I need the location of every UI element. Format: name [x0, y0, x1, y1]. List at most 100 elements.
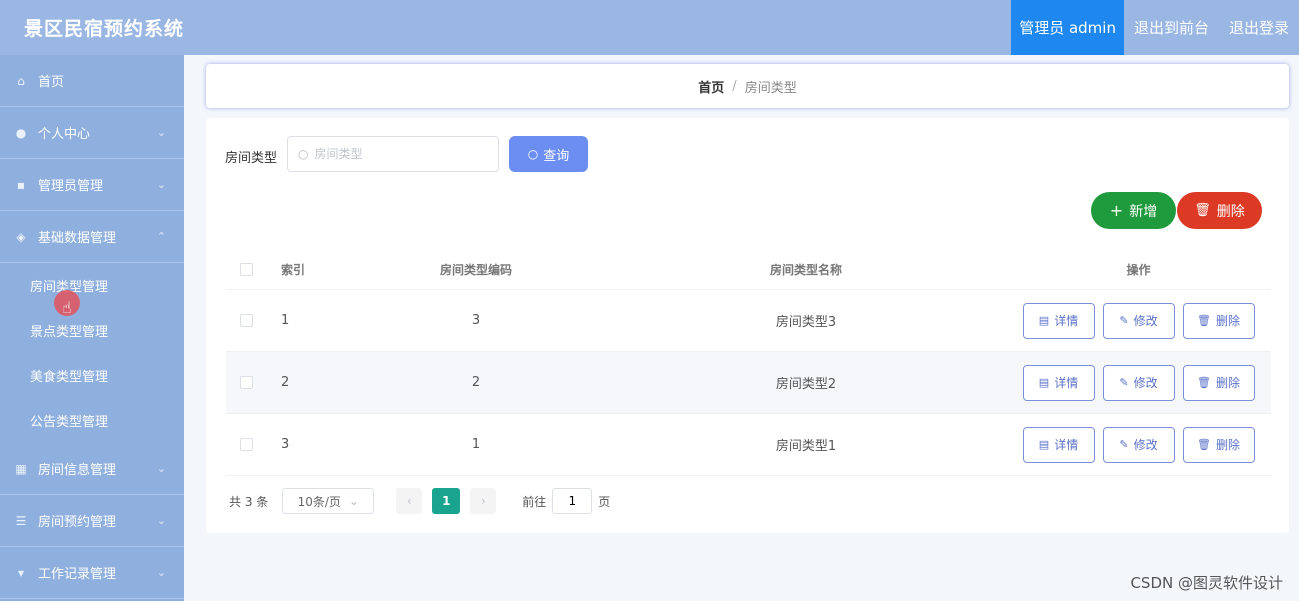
edit-button[interactable]: ✎ 修改	[1102, 302, 1175, 339]
sidebar-item-room-info[interactable]: ▦ 房间信息管理 ⌄	[0, 443, 184, 495]
delete-label: 删除	[1215, 438, 1240, 452]
jump-page-input[interactable]	[552, 488, 593, 514]
sidebar-item-label: 工作记录管理	[38, 567, 117, 582]
chevron-up-icon: ⌃	[156, 230, 166, 243]
search-field[interactable]: ○	[287, 136, 499, 172]
sidebar-subitem-scenic-type[interactable]: 景点类型管理	[0, 308, 184, 353]
row-checkbox[interactable]	[239, 376, 253, 389]
search-label: 房间类型	[225, 151, 278, 166]
delete-button[interactable]: 🗑 删除	[1182, 302, 1255, 339]
chevron-down-icon: ⌄	[348, 494, 359, 508]
edit-label: 修改	[1133, 376, 1158, 390]
table-row: 1 3 房间类型3 ▤ 详情 ✎ 修改 🗑 删除	[226, 290, 1271, 352]
exit-to-front-link[interactable]: 退出到前台	[1124, 17, 1219, 38]
search-input[interactable]	[314, 147, 485, 161]
column-header: 索引	[281, 263, 306, 277]
sidebar-item-admin[interactable]: ▪ 管理员管理 ⌄	[0, 159, 184, 211]
cell-index: 2	[281, 375, 290, 390]
delete-label: 删除	[1215, 376, 1240, 390]
sidebar-item-profile[interactable]: ● 个人中心 ⌄	[0, 107, 184, 159]
logout-link[interactable]: 退出登录	[1219, 17, 1299, 38]
plus-icon: +	[1109, 201, 1124, 220]
cell-code: 2	[471, 375, 481, 390]
sidebar-item-label: 基础数据管理	[38, 231, 117, 246]
trash-icon: 🗑	[1194, 203, 1211, 218]
sidebar-subitem-label: 公告类型管理	[30, 415, 109, 430]
detail-button[interactable]: ▤ 详情	[1022, 426, 1095, 463]
jump-suffix: 页	[598, 494, 611, 509]
batch-delete-button[interactable]: 🗑 删除	[1177, 192, 1262, 229]
list-icon: ☰	[15, 513, 27, 528]
delete-button[interactable]: 🗑 删除	[1182, 364, 1255, 401]
breadcrumb-home[interactable]: 首页	[698, 77, 724, 96]
table-row: 2 2 房间类型2 ▤ 详情 ✎ 修改 🗑 删除	[226, 352, 1271, 414]
page-number-current[interactable]: 1	[432, 488, 461, 514]
pointer-hand-icon: ☝	[62, 298, 72, 317]
edit-label: 修改	[1133, 314, 1158, 328]
table-row: 3 1 房间类型1 ▤ 详情 ✎ 修改 🗑 删除	[226, 414, 1271, 476]
query-button[interactable]: ○ 查询	[509, 136, 588, 172]
sidebar-subitem-food-type[interactable]: 美食类型管理	[0, 353, 184, 398]
chevron-down-icon: ⌄	[156, 514, 166, 527]
chevron-down-icon: ⌄	[156, 462, 166, 475]
next-page-button[interactable]: ›	[470, 488, 497, 514]
grid-icon: ▦	[15, 461, 27, 476]
sidebar-subitem-label: 美食类型管理	[30, 370, 109, 385]
page-size-select[interactable]: 10条/页 ⌄	[282, 488, 375, 514]
column-header: 操作	[1126, 263, 1151, 277]
detail-button[interactable]: ▤ 详情	[1022, 302, 1095, 339]
delete-button[interactable]: 🗑 删除	[1182, 426, 1255, 463]
row-checkbox[interactable]	[239, 314, 253, 327]
total-count: 共 3 条	[229, 494, 269, 509]
user-icon: ●	[15, 125, 27, 140]
search-icon: ○	[527, 147, 539, 161]
table-header-row: 索引 房间类型编码 房间类型名称 操作	[226, 250, 1271, 290]
add-button[interactable]: + 新增	[1091, 192, 1176, 229]
sidebar-subitem-label: 景点类型管理	[30, 325, 109, 340]
detail-label: 详情	[1054, 376, 1079, 390]
watermark: CSDN @图灵软件设计	[1130, 574, 1283, 592]
edit-label: 修改	[1133, 438, 1158, 452]
chevron-left-icon: ‹	[406, 494, 412, 508]
query-button-label: 查询	[543, 148, 570, 164]
sidebar-item-work-log[interactable]: ▾ 工作记录管理 ⌄	[0, 547, 184, 599]
chevron-down-icon: ⌄	[156, 178, 166, 191]
detail-label: 详情	[1054, 314, 1079, 328]
select-all-checkbox[interactable]	[239, 263, 253, 276]
prev-page-button[interactable]: ‹	[396, 488, 423, 514]
pencil-icon: ✎	[1119, 376, 1129, 389]
document-icon: ▤	[1038, 314, 1050, 327]
current-user-label[interactable]: 管理员 admin	[1011, 0, 1124, 55]
search-icon: ○	[298, 147, 309, 161]
home-icon: ⌂	[17, 73, 25, 88]
delete-label: 删除	[1215, 314, 1240, 328]
cell-name: 房间类型2	[775, 377, 837, 392]
chevron-down-icon: ⌄	[156, 566, 166, 579]
shield-icon: ◈	[16, 229, 26, 244]
delete-button-label: 删除	[1216, 203, 1245, 220]
data-table: 索引 房间类型编码 房间类型名称 操作 1 3 房间类型3 ▤ 详情 ✎ 修改 🗑 删…	[226, 250, 1271, 476]
sidebar-subitem-room-type[interactable]: 房间类型管理	[0, 263, 184, 308]
edit-button[interactable]: ✎ 修改	[1102, 426, 1175, 463]
row-checkbox[interactable]	[239, 438, 253, 451]
pencil-icon: ✎	[1119, 438, 1129, 451]
cell-code: 3	[471, 313, 481, 328]
trash-icon: 🗑	[1197, 376, 1211, 389]
chevron-down-icon: ⌄	[156, 126, 166, 139]
document-icon: ▤	[1038, 376, 1050, 389]
admin-icon: ▪	[16, 177, 26, 192]
breadcrumb: 首页 / 房间类型	[206, 64, 1289, 108]
sidebar-item-base-data[interactable]: ◈ 基础数据管理 ⌃	[0, 211, 184, 263]
folder-icon: ▾	[17, 565, 25, 580]
cell-index: 3	[281, 437, 290, 452]
cell-code: 1	[471, 437, 481, 452]
sidebar-subitem-notice-type[interactable]: 公告类型管理	[0, 398, 184, 443]
sidebar-item-room-booking[interactable]: ☰ 房间预约管理 ⌄	[0, 495, 184, 547]
detail-button[interactable]: ▤ 详情	[1022, 364, 1095, 401]
edit-button[interactable]: ✎ 修改	[1102, 364, 1175, 401]
column-header: 房间类型编码	[439, 263, 512, 277]
sidebar-item-home[interactable]: ⌂ 首页	[0, 55, 184, 107]
column-header: 房间类型名称	[769, 263, 842, 277]
cell-name: 房间类型1	[775, 439, 837, 454]
sidebar-item-label: 个人中心	[38, 127, 91, 142]
